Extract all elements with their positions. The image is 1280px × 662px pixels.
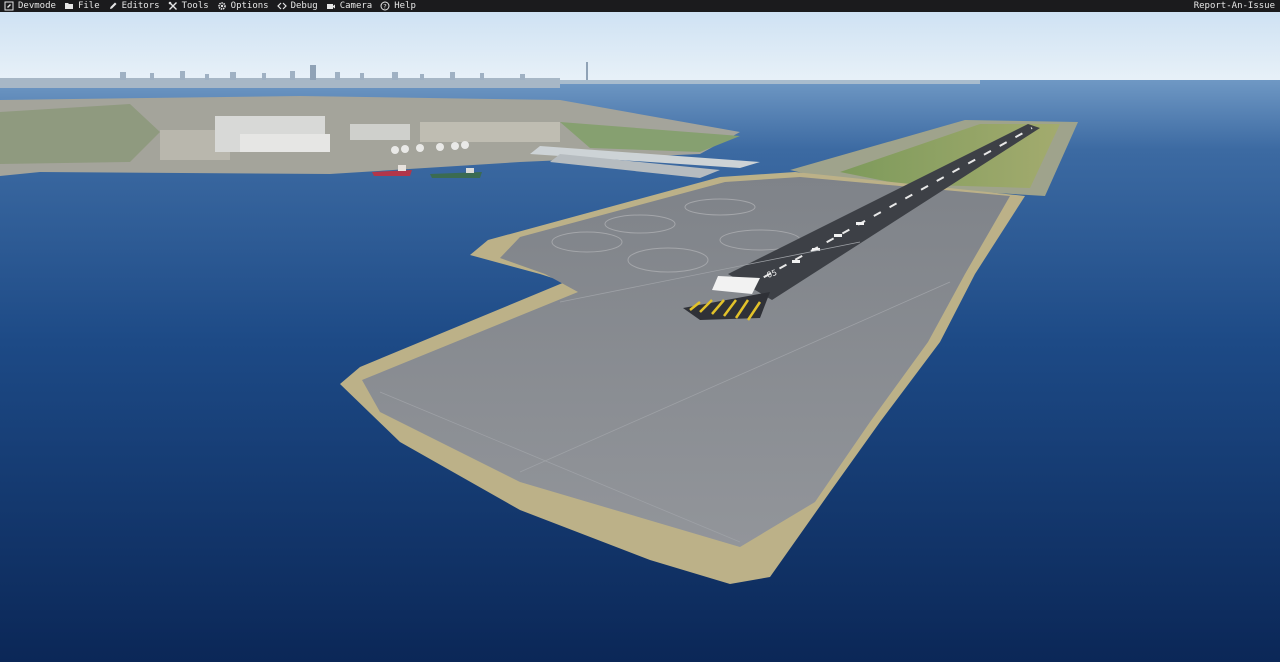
menu-debug[interactable]: Debug [273,0,322,12]
menu-help[interactable]: ? Help [376,0,420,12]
report-issue-label: Report-An-Issue [1193,1,1275,11]
help-icon: ? [380,1,390,11]
sky [0,12,1280,82]
menu-help-label: Help [394,1,416,11]
menu-file[interactable]: File [60,0,104,12]
svg-text:?: ? [383,2,386,10]
scene-render: 05 [0,12,1280,662]
folder-icon [64,1,74,11]
3d-viewport[interactable]: 05 [0,12,1280,662]
camera-icon [326,1,336,11]
menu-editors-label: Editors [121,1,160,11]
menu-options-label: Options [230,1,269,11]
menu-devmode[interactable]: Devmode [0,0,60,12]
tools-icon [168,1,178,11]
report-issue-link[interactable]: Report-An-Issue [1190,0,1280,12]
gear-icon [217,1,227,11]
menu-file-label: File [77,1,100,11]
menu-options[interactable]: Options [213,0,273,12]
pencil-icon [108,1,118,11]
menu-tools[interactable]: Tools [164,0,213,12]
code-icon [276,1,287,11]
menu-bar: Devmode File Editors Tools Options Debug [0,0,1280,12]
menu-devmode-label: Devmode [18,1,56,11]
menu-camera-label: Camera [339,1,373,11]
menu-editors[interactable]: Editors [104,0,164,12]
menu-camera[interactable]: Camera [322,0,377,12]
devmode-icon [4,1,14,11]
menu-tools-label: Tools [181,1,209,11]
menu-debug-label: Debug [290,1,318,11]
